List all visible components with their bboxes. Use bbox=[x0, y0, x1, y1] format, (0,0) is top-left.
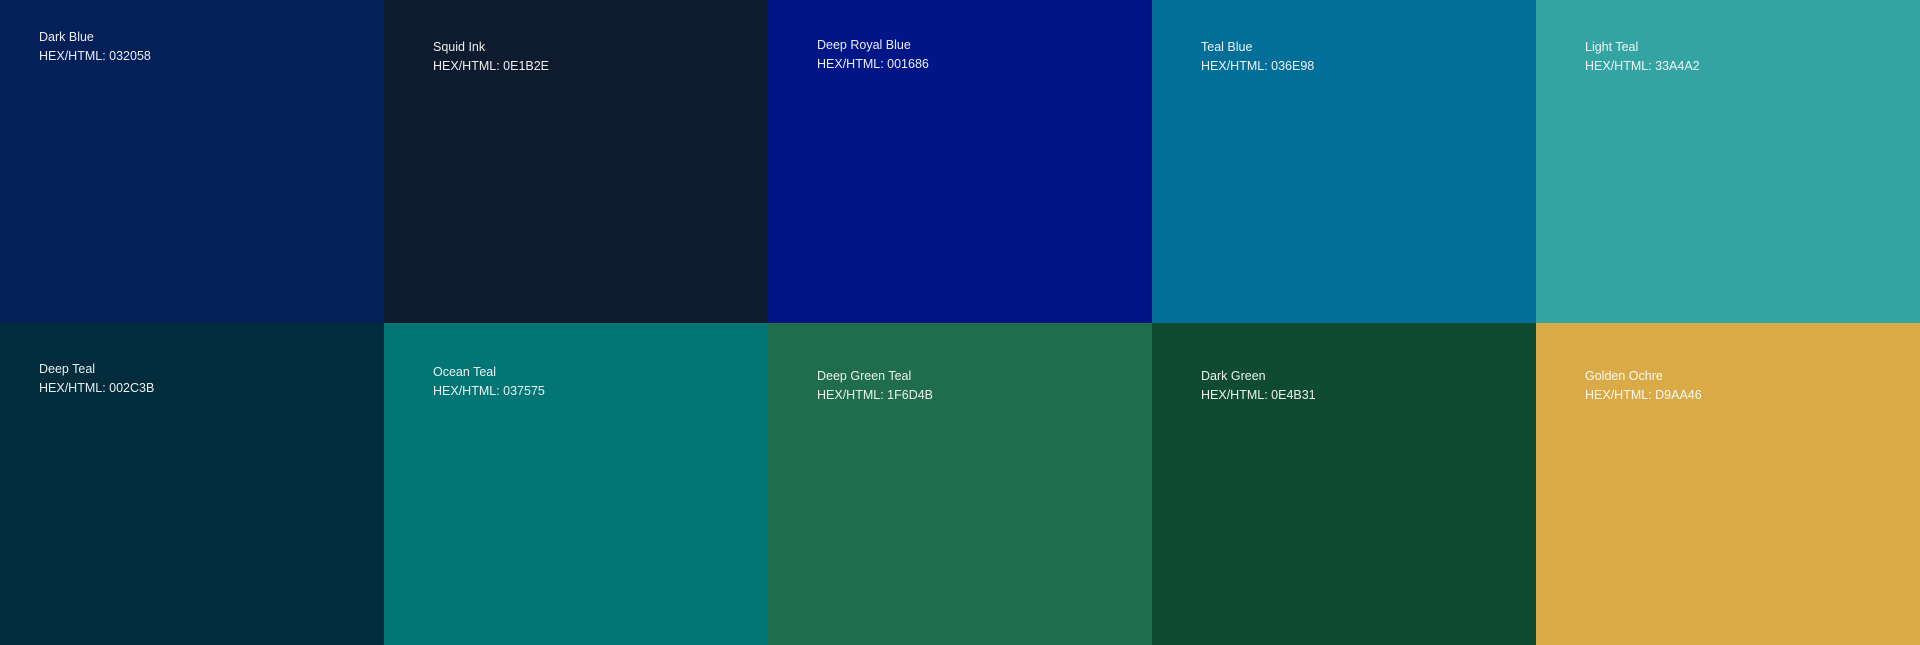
swatch-code: HEX/HTML: 0E4B31 bbox=[1201, 386, 1316, 405]
code-prefix: HEX/HTML: bbox=[817, 57, 888, 71]
hex-value: 0E4B31 bbox=[1271, 388, 1316, 402]
code-prefix: HEX/HTML: bbox=[433, 384, 504, 398]
code-prefix: HEX/HTML: bbox=[1585, 388, 1656, 402]
swatch-info: Teal Blue HEX/HTML: 036E98 bbox=[1201, 38, 1314, 76]
swatch-name: Deep Royal Blue bbox=[817, 38, 911, 52]
swatch-info: Golden Ochre HEX/HTML: D9AA46 bbox=[1585, 367, 1702, 405]
swatch-info: Deep Royal Blue HEX/HTML: 001686 bbox=[817, 36, 929, 74]
swatch-info: Deep Green Teal HEX/HTML: 1F6D4B bbox=[817, 367, 933, 405]
swatch-name: Teal Blue bbox=[1201, 40, 1253, 54]
code-prefix: HEX/HTML: bbox=[1585, 59, 1656, 73]
swatch-code: HEX/HTML: 037575 bbox=[433, 382, 545, 401]
swatch-ocean-teal: Ocean Teal HEX/HTML: 037575 bbox=[384, 323, 768, 645]
swatch-code: HEX/HTML: 001686 bbox=[817, 55, 929, 74]
swatch-code: HEX/HTML: 0E1B2E bbox=[433, 57, 549, 76]
swatch-deep-green-teal: Deep Green Teal HEX/HTML: 1F6D4B bbox=[768, 323, 1152, 645]
code-prefix: HEX/HTML: bbox=[1201, 388, 1272, 402]
hex-value: 001686 bbox=[887, 57, 929, 71]
swatch-code: HEX/HTML: D9AA46 bbox=[1585, 386, 1702, 405]
swatch-dark-green: Dark Green HEX/HTML: 0E4B31 bbox=[1152, 323, 1536, 645]
swatch-info: Dark Blue HEX/HTML: 032058 bbox=[39, 28, 151, 66]
swatch-deep-royal-blue: Deep Royal Blue HEX/HTML: 001686 bbox=[768, 0, 1152, 323]
hex-value: 002C3B bbox=[109, 381, 155, 395]
hex-value: D9AA46 bbox=[1655, 388, 1702, 402]
swatch-name: Light Teal bbox=[1585, 40, 1639, 54]
swatch-info: Deep Teal HEX/HTML: 002C3B bbox=[39, 360, 154, 398]
hex-value: 1F6D4B bbox=[887, 388, 934, 402]
swatch-info: Dark Green HEX/HTML: 0E4B31 bbox=[1201, 367, 1316, 405]
swatch-name: Golden Ochre bbox=[1585, 369, 1663, 383]
swatch-light-teal: Light Teal HEX/HTML: 33A4A2 bbox=[1536, 0, 1920, 323]
swatch-code: HEX/HTML: 33A4A2 bbox=[1585, 57, 1700, 76]
swatch-name: Squid Ink bbox=[433, 40, 486, 54]
swatch-teal-blue: Teal Blue HEX/HTML: 036E98 bbox=[1152, 0, 1536, 323]
code-prefix: HEX/HTML: bbox=[39, 381, 110, 395]
swatch-golden-ochre: Golden Ochre HEX/HTML: D9AA46 bbox=[1536, 323, 1920, 645]
swatch-info: Squid Ink HEX/HTML: 0E1B2E bbox=[433, 38, 549, 76]
code-prefix: HEX/HTML: bbox=[39, 49, 110, 63]
swatch-code: HEX/HTML: 002C3B bbox=[39, 379, 154, 398]
hex-value: 33A4A2 bbox=[1655, 59, 1700, 73]
code-prefix: HEX/HTML: bbox=[433, 59, 504, 73]
swatch-dark-blue: Dark Blue HEX/HTML: 032058 bbox=[0, 0, 384, 323]
hex-value: 037575 bbox=[503, 384, 545, 398]
swatch-info: Ocean Teal HEX/HTML: 037575 bbox=[433, 363, 545, 401]
swatch-code: HEX/HTML: 1F6D4B bbox=[817, 386, 933, 405]
swatch-info: Light Teal HEX/HTML: 33A4A2 bbox=[1585, 38, 1700, 76]
swatch-code: HEX/HTML: 032058 bbox=[39, 47, 151, 66]
code-prefix: HEX/HTML: bbox=[817, 388, 888, 402]
swatch-name: Ocean Teal bbox=[433, 365, 497, 379]
swatch-deep-teal: Deep Teal HEX/HTML: 002C3B bbox=[0, 323, 384, 645]
hex-value: 036E98 bbox=[1271, 59, 1315, 73]
swatch-squid-ink: Squid Ink HEX/HTML: 0E1B2E bbox=[384, 0, 768, 323]
swatch-code: HEX/HTML: 036E98 bbox=[1201, 57, 1314, 76]
hex-value: 0E1B2E bbox=[503, 59, 550, 73]
swatch-name: Dark Blue bbox=[39, 30, 94, 44]
swatch-name: Deep Green Teal bbox=[817, 369, 912, 383]
color-palette-grid: Dark Blue HEX/HTML: 032058 Squid Ink HEX… bbox=[0, 0, 1920, 645]
code-prefix: HEX/HTML: bbox=[1201, 59, 1272, 73]
swatch-name: Dark Green bbox=[1201, 369, 1266, 383]
hex-value: 032058 bbox=[109, 49, 151, 63]
swatch-name: Deep Teal bbox=[39, 362, 96, 376]
